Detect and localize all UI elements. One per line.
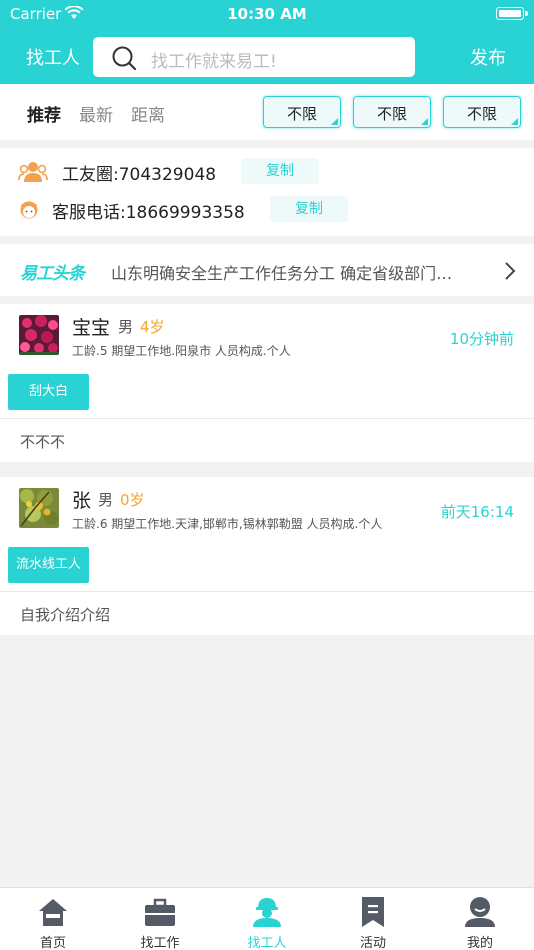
filter-dropdown-3[interactable]: 不限	[443, 96, 521, 128]
worker-card[interactable]: 宝宝 男 4岁 工龄.5 期望工作地.阳泉市 人员构成.个人 10分钟前 刮大白…	[0, 304, 534, 462]
divider	[0, 591, 534, 592]
skill-tag[interactable]: 流水线工人	[8, 547, 89, 583]
worker-intro: 不不不	[20, 433, 66, 451]
service-phone-text: 客服电话:18669993358	[52, 203, 245, 223]
worker-age: 4岁	[140, 318, 165, 336]
publish-button[interactable]: 发布	[470, 44, 506, 70]
headline-news-bar[interactable]: 易工头条 山东明确安全生产工作任务分工 确定省级部门…	[0, 244, 534, 296]
search-placeholder: 找工作就来易工!	[151, 52, 277, 72]
fruit-tree-photo-icon	[19, 488, 59, 528]
group-people-icon	[18, 162, 48, 182]
worker-card[interactable]: 张 男 0岁 工龄.6 期望工作地.天津,邯郸市,锡林郭勒盟 人员构成.个人 前…	[0, 477, 534, 635]
search-input[interactable]: 找工作就来易工!	[93, 37, 415, 77]
copy-group-button[interactable]: 复制	[241, 158, 319, 184]
skill-tag[interactable]: 刮大白	[8, 374, 89, 410]
tab-find-worker[interactable]: 找工人	[214, 888, 320, 950]
worker-info: 工龄.6 期望工作地.天津,邯郸市,锡林郭勒盟 人员构成.个人	[72, 517, 383, 531]
tab-profile-label: 我的	[466, 936, 493, 950]
worker-helmet-icon	[253, 898, 281, 927]
divider	[0, 418, 534, 419]
briefcase-icon	[145, 898, 175, 926]
worker-post-time: 前天16:14	[440, 503, 514, 521]
dropdown-corner-icon	[331, 118, 338, 125]
worker-name: 张	[72, 490, 92, 512]
contact-row-phone: 客服电话:18669993358 复制	[0, 192, 534, 228]
avatar	[19, 315, 59, 355]
worker-name: 宝宝	[72, 317, 111, 339]
group-number-text: 工友圈:704329048	[62, 165, 217, 185]
sort-tab-recommend[interactable]: 推荐	[27, 101, 61, 126]
user-profile-icon	[465, 897, 495, 927]
chevron-right-icon	[505, 262, 516, 280]
customer-service-icon	[20, 201, 38, 219]
worker-gender: 男	[98, 491, 114, 509]
battery-icon	[496, 7, 524, 20]
filter-dropdown-2-label: 不限	[376, 105, 407, 123]
worker-intro: 自我介绍介绍	[20, 606, 111, 624]
tab-bar: 首页 找工作 找工人 活动 我的	[0, 887, 534, 950]
worker-post-time: 10分钟前	[449, 330, 514, 348]
contact-row-group: 工友圈:704329048 复制	[0, 154, 534, 190]
nav-bar: 找工人 找工作就来易工! 发布	[0, 28, 534, 84]
contact-card: 工友圈:704329048 复制 客服电话:18669993358 复制	[0, 148, 534, 236]
filter-dropdown-1-label: 不限	[286, 105, 317, 123]
filter-bar: 推荐 最新 距离 不限 不限 不限	[0, 84, 534, 140]
avatar	[19, 488, 59, 528]
headline-logo: 易工头条	[20, 264, 85, 284]
status-bar: Carrier 10:30 AM	[0, 0, 534, 28]
tab-home[interactable]: 首页	[0, 888, 106, 950]
flower-photo-icon	[19, 315, 59, 355]
battery-tip	[525, 11, 528, 16]
worker-age: 0岁	[120, 491, 145, 509]
dropdown-corner-icon	[511, 118, 518, 125]
headline-text[interactable]: 山东明确安全生产工作任务分工 确定省级部门…	[111, 260, 483, 284]
status-time: 10:30 AM	[227, 5, 307, 23]
tab-activity[interactable]: 活动	[320, 888, 426, 950]
search-icon	[112, 46, 137, 71]
tab-find-job[interactable]: 找工作	[107, 888, 213, 950]
worker-gender: 男	[118, 318, 134, 336]
filter-dropdown-3-label: 不限	[466, 105, 497, 123]
filter-dropdown-2[interactable]: 不限	[353, 96, 431, 128]
tab-profile[interactable]: 我的	[427, 888, 533, 950]
home-icon	[39, 899, 67, 926]
tab-find-worker-label: 找工人	[247, 936, 287, 950]
copy-phone-button[interactable]: 复制	[270, 196, 348, 222]
tab-activity-label: 活动	[359, 936, 386, 950]
tab-find-job-label: 找工作	[140, 936, 180, 950]
sort-tab-distance[interactable]: 距离	[131, 101, 165, 126]
tab-home-label: 首页	[39, 936, 66, 950]
bookmark-icon	[362, 897, 384, 927]
nav-title: 找工人	[26, 48, 80, 69]
filter-dropdown-1[interactable]: 不限	[263, 96, 341, 128]
sort-tab-latest[interactable]: 最新	[79, 101, 113, 126]
dropdown-corner-icon	[421, 118, 428, 125]
worker-info: 工龄.5 期望工作地.阳泉市 人员构成.个人	[72, 344, 291, 358]
